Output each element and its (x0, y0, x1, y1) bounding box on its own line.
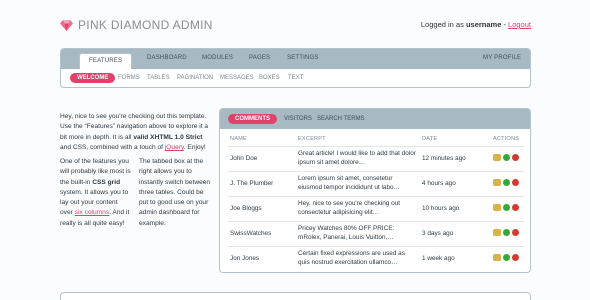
subnav-forms[interactable]: FORMS (118, 75, 140, 81)
edit-icon[interactable] (493, 229, 501, 236)
edit-icon[interactable] (493, 154, 501, 161)
column-header-actions: ACTIONS (493, 136, 520, 142)
comment-date: 12 minutes ago (422, 155, 466, 162)
table-row: John Doe Great article! I would like to … (228, 146, 524, 170)
tab-settings[interactable]: SETTINGS (287, 55, 319, 61)
tab-pages[interactable]: PAGES (249, 55, 270, 61)
comment-author: SwissWatches (230, 230, 272, 237)
edit-icon[interactable] (493, 254, 501, 261)
approve-icon[interactable] (503, 154, 510, 161)
login-status: Logged in as username - Logout (420, 20, 531, 29)
delete-icon[interactable] (512, 254, 519, 261)
grid-paragraph: One of the features you will probably li… (60, 158, 131, 227)
approve-icon[interactable] (503, 254, 510, 261)
row-actions (493, 229, 519, 236)
comment-excerpt: Great article! I would like to add that … (298, 150, 416, 167)
logout-link[interactable]: Logout (508, 20, 531, 29)
approve-icon[interactable] (503, 179, 510, 186)
intro-paragraph: Hey, nice to see you're checking out thi… (60, 113, 209, 151)
table-row: Jon Jones Certain fixed expressions are … (228, 246, 524, 270)
row-actions (493, 254, 519, 261)
tab-modules[interactable]: MODULES (202, 55, 233, 61)
tab-search-terms[interactable]: SEARCH TERMS (317, 116, 365, 122)
delete-icon[interactable] (512, 204, 519, 211)
subnav-welcome[interactable]: WELCOME (70, 73, 116, 83)
tab-visitors[interactable]: VISITORS (284, 116, 312, 122)
sub-navigation: WELCOME FORMS TABLES PAGINATION MESSAGES… (61, 70, 530, 87)
comment-excerpt: Hey, nice to see you're checking out con… (298, 200, 400, 217)
table-row: Joe Bloggs Hey, nice to see you're check… (228, 196, 524, 220)
jquery-link[interactable]: jQuery (165, 144, 184, 151)
nav-bar: FEATURES DASHBOARD MODULES PAGES SETTING… (61, 49, 530, 69)
tabbed-box-paragraph: The tabbed box at the right allows you t… (139, 158, 211, 227)
delete-icon[interactable] (512, 179, 519, 186)
row-actions (493, 179, 519, 186)
comment-author: J. The Plumber (230, 180, 274, 187)
subnav-pagination[interactable]: PAGINATION (177, 75, 213, 81)
subnav-messages[interactable]: MESSAGES (220, 75, 254, 81)
bottom-box (60, 292, 531, 300)
comment-author: Jon Jones (230, 255, 260, 262)
subnav-tables[interactable]: TABLES (147, 75, 170, 81)
username: username (465, 20, 502, 29)
table-row: SwissWatches Pricey Watches 80% OFF PRIC… (228, 221, 524, 245)
row-actions (493, 154, 519, 161)
row-actions (493, 204, 519, 211)
table-row: J. The Plumber Lorem ipsum sit amet, con… (228, 171, 524, 195)
comment-date: 4 hours ago (422, 180, 456, 187)
delete-icon[interactable] (512, 229, 519, 236)
panel-tabs: COMMENTS VISITORS SEARCH TERMS (220, 109, 530, 129)
tab-features[interactable]: FEATURES (79, 53, 133, 69)
main-navigation: FEATURES DASHBOARD MODULES PAGES SETTING… (60, 48, 531, 88)
approve-icon[interactable] (503, 204, 510, 211)
approve-icon[interactable] (503, 229, 510, 236)
delete-icon[interactable] (512, 154, 519, 161)
subnav-text[interactable]: TEXT (288, 75, 303, 81)
comment-excerpt: Lorem ipsum sit amet, consetetur eiusmod… (298, 175, 400, 192)
six-columns-link[interactable]: six columns (75, 209, 109, 216)
comments-panel: COMMENTS VISITORS SEARCH TERMS NAME EXCE… (219, 108, 531, 273)
comment-author: Joe Bloggs (230, 205, 262, 212)
comment-excerpt: Certain fixed expressions are used as qu… (298, 250, 405, 267)
comment-author: John Doe (230, 155, 258, 162)
comment-date: 1 week ago (422, 255, 455, 262)
app-title: PINK DIAMOND ADMIN (78, 18, 213, 32)
edit-icon[interactable] (493, 179, 501, 186)
tab-comments[interactable]: COMMENTS (228, 114, 277, 124)
comment-excerpt: Pricey Watches 80% OFF PRICE: mRolex, Pa… (298, 225, 395, 242)
column-header-excerpt: EXCERPT (298, 136, 326, 142)
logo[interactable]: PINK DIAMOND ADMIN (60, 18, 213, 32)
column-header-date: DATE (422, 136, 438, 142)
comment-date: 10 hours ago (422, 205, 460, 212)
tab-dashboard[interactable]: DASHBOARD (147, 55, 187, 61)
my-profile-link[interactable]: MY PROFILE (483, 55, 521, 61)
column-header-name: NAME (230, 136, 247, 142)
edit-icon[interactable] (493, 204, 501, 211)
header: PINK DIAMOND ADMIN Logged in as username… (60, 14, 532, 36)
comment-date: 3 days ago (422, 230, 454, 237)
diamond-icon (60, 19, 73, 31)
subnav-boxes[interactable]: BOXES (259, 75, 280, 81)
